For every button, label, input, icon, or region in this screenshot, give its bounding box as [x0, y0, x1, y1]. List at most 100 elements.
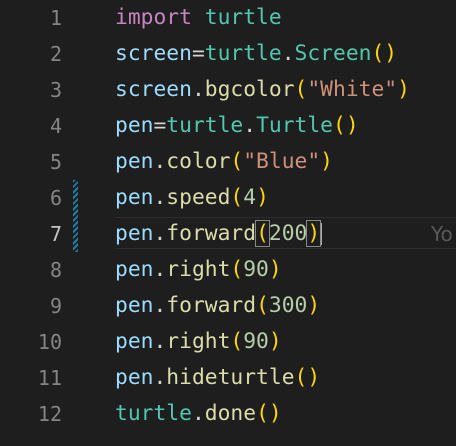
code-line[interactable]: 4 pen=turtle.Turtle()	[0, 108, 456, 144]
code-line[interactable]: 8 pen.right(90)	[0, 252, 456, 288]
code-line[interactable]: 9 pen.forward(300)	[0, 288, 456, 324]
code-token: (	[230, 185, 244, 210]
code-token: )	[268, 329, 282, 354]
code-token: 90	[243, 329, 269, 354]
code-token: ()	[371, 41, 398, 66]
code-token: turtle	[166, 113, 244, 138]
line-number: 8	[49, 258, 62, 282]
code-token: done	[204, 401, 257, 426]
code-line[interactable]: 12 turtle.done()	[0, 396, 456, 432]
code-token: (	[294, 77, 308, 102]
code-line[interactable]: 7 pen.forward(200) Yo	[0, 216, 456, 252]
code-token: pen	[115, 221, 154, 246]
code-editor[interactable]: 1 import turtle 2 screen=turtle.Screen() 3 sc…	[0, 0, 456, 446]
code-token: pen	[115, 149, 154, 174]
line-number: 6	[49, 186, 62, 210]
code-token: )	[397, 77, 410, 102]
code-text[interactable]: pen.forward(300)	[115, 288, 320, 324]
code-token: )	[306, 220, 322, 247]
line-number: 4	[49, 114, 62, 138]
line-number: 12	[37, 402, 62, 426]
code-token: 200	[268, 221, 308, 246]
code-token: (	[230, 149, 244, 174]
code-line[interactable]: 5 pen.color("Blue")	[0, 144, 456, 180]
code-token: )	[268, 257, 282, 282]
code-text[interactable]: pen.right(90)	[115, 252, 282, 288]
code-token: .	[153, 329, 167, 354]
code-token: Turtle	[256, 113, 333, 138]
code-token: (	[255, 220, 270, 247]
line-number: 2	[49, 42, 62, 66]
code-token: )	[320, 149, 333, 174]
code-token: forward	[166, 221, 257, 246]
line-number: 11	[37, 366, 62, 390]
code-token: pen	[115, 329, 154, 354]
code-token: pen	[115, 365, 154, 390]
code-token: )	[256, 185, 269, 210]
line-number: 10	[37, 330, 62, 354]
code-token: .	[191, 77, 205, 102]
code-text[interactable]: pen.speed(4)	[115, 180, 269, 216]
code-token: =	[191, 41, 205, 66]
code-token: import	[115, 5, 192, 30]
code-token: (	[230, 329, 244, 354]
code-token: right	[166, 329, 231, 354]
code-token: "Blue"	[243, 149, 321, 174]
code-text[interactable]: pen=turtle.Turtle()	[115, 108, 359, 144]
code-token: .	[153, 365, 167, 390]
code-token: =	[153, 113, 167, 138]
code-token: hideturtle	[166, 365, 295, 390]
code-token: .	[153, 149, 167, 174]
code-line[interactable]: 10 pen.right(90)	[0, 324, 456, 360]
code-token: pen	[115, 113, 154, 138]
code-token: (	[256, 293, 269, 318]
code-text[interactable]: pen.color("Blue")	[115, 144, 333, 180]
code-token: Screen	[294, 41, 372, 66]
line-number: 5	[49, 150, 62, 174]
code-token: pen	[115, 185, 154, 210]
code-text[interactable]: pen.right(90)	[115, 324, 282, 360]
code-token: (	[230, 257, 244, 282]
code-token: forward	[166, 293, 257, 318]
code-text[interactable]: import turtle	[115, 0, 282, 36]
code-token: .	[191, 401, 205, 426]
inline-ghost-text: Yo	[431, 222, 453, 246]
code-text[interactable]: pen.hideturtle()	[115, 360, 320, 396]
code-token: turtle	[115, 401, 192, 426]
code-token: right	[166, 257, 231, 282]
code-token: "White"	[307, 77, 398, 102]
code-line[interactable]: 1 import turtle	[0, 0, 456, 36]
code-line[interactable]: 11 pen.hideturtle()	[0, 360, 456, 396]
code-token: 90	[243, 257, 269, 282]
code-token: turtle	[204, 5, 282, 30]
code-token: screen	[115, 41, 192, 66]
code-token: ()	[294, 365, 321, 390]
code-text[interactable]: turtle.done()	[115, 396, 282, 432]
code-token: .	[243, 113, 257, 138]
code-token: .	[153, 293, 167, 318]
code-token: ()	[256, 401, 282, 426]
code-token: .	[153, 257, 167, 282]
text-cursor	[320, 223, 323, 245]
code-token: turtle	[204, 41, 282, 66]
line-number: 3	[49, 78, 62, 102]
code-token: ()	[333, 113, 359, 138]
line-number: 1	[49, 6, 62, 30]
line-number: 9	[49, 294, 62, 318]
code-token: screen	[115, 77, 192, 102]
code-text[interactable]: pen.forward(200)	[115, 216, 323, 252]
code-token: bgcolor	[204, 77, 295, 102]
line-number: 7	[49, 222, 62, 246]
code-token: speed	[166, 185, 231, 210]
code-token: 4	[243, 185, 257, 210]
code-text[interactable]: screen=turtle.Screen()	[115, 36, 397, 72]
code-line[interactable]: 3 screen.bgcolor("White")	[0, 72, 456, 108]
code-token: pen	[115, 257, 154, 282]
code-token: color	[166, 149, 231, 174]
code-line[interactable]: 2 screen=turtle.Screen()	[0, 36, 456, 72]
code-token: )	[307, 293, 321, 318]
code-token: .	[153, 221, 167, 246]
code-text[interactable]: screen.bgcolor("White")	[115, 72, 410, 108]
code-line[interactable]: 6 pen.speed(4)	[0, 180, 456, 216]
